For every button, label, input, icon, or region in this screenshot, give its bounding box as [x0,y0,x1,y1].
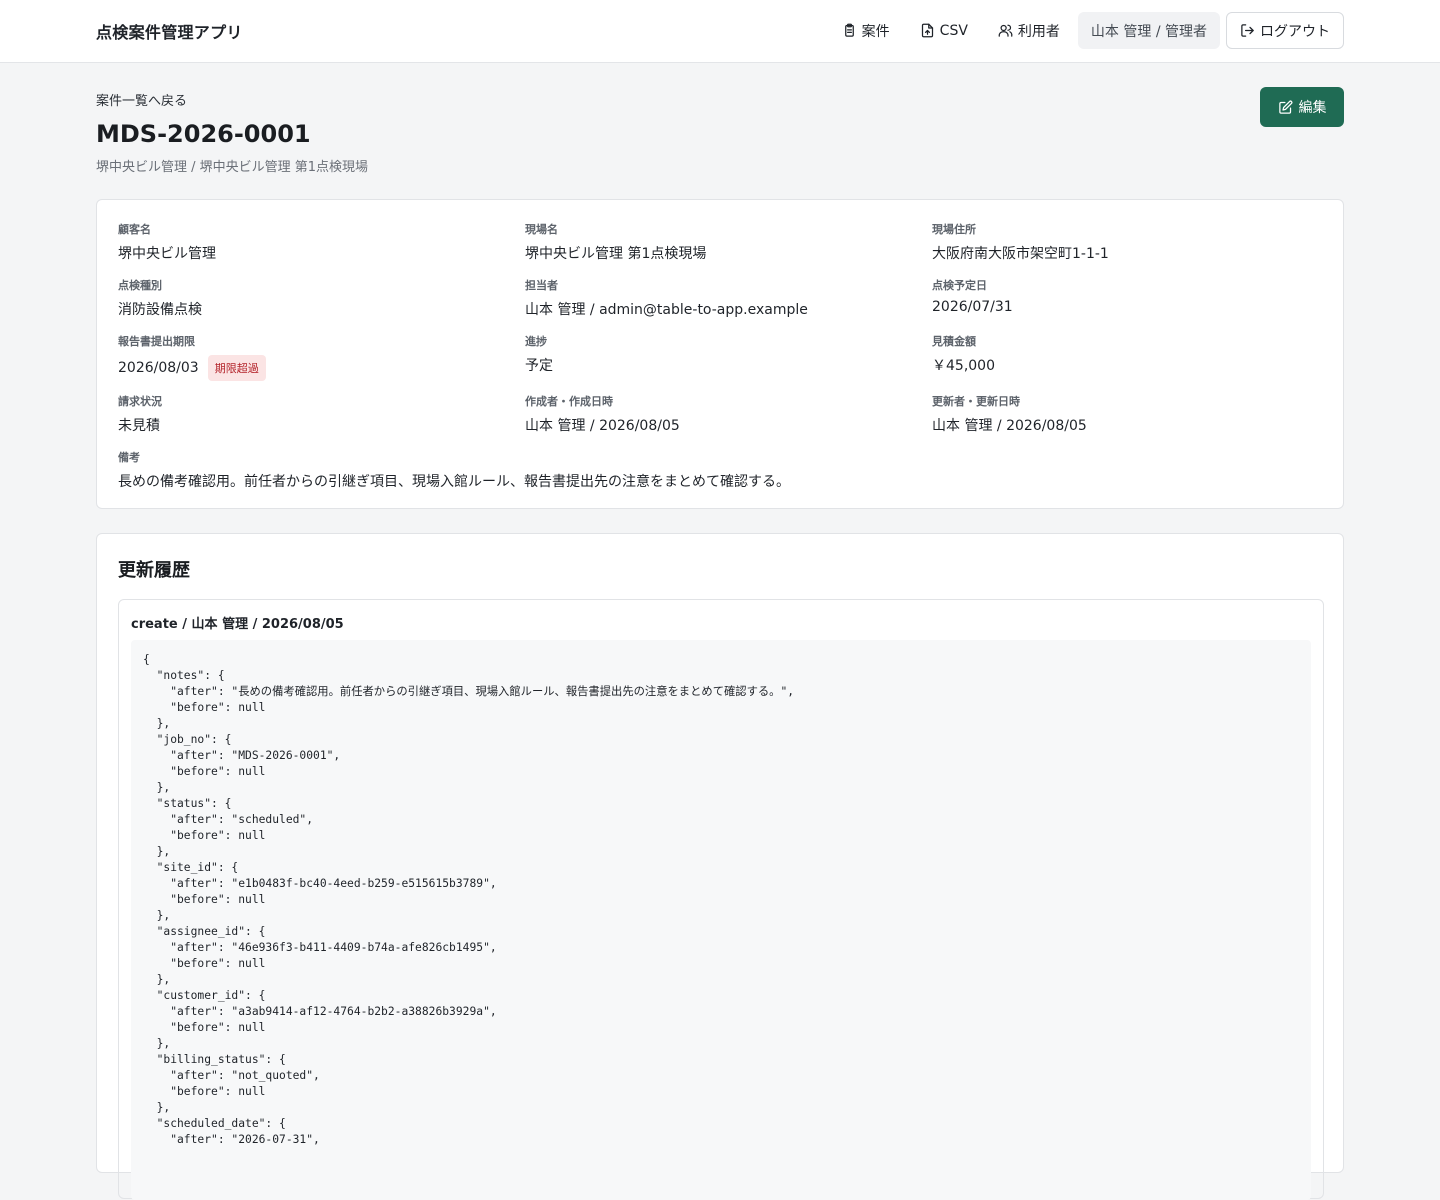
app-title: 点検案件管理アプリ [96,23,243,42]
nav-users-label: 利用者 [1017,23,1060,40]
logout-icon [1241,24,1254,37]
field-label: 点検予定日 [932,279,987,292]
field-value: 2026/07/31 [932,299,1013,315]
field-scheduled-date: 点検予定日 2026/07/31 [932,277,1013,315]
field-billing: 請求状況 未見積 [118,393,162,435]
field-value: 長めの備考確認用。前任者からの引継ぎ項目、現場入館ルール、報告書提出先の注意をま… [118,474,790,490]
page-title: MDS-2026-0001 [96,120,311,148]
overdue-badge: 期限超過 [207,355,266,381]
nav-users-button[interactable]: 利用者 [986,12,1072,49]
field-label: 見積金額 [932,335,976,348]
current-user-chip: 山本 管理 / 管理者 [1077,12,1220,49]
logout-label: ログアウト [1260,23,1330,40]
field-label: 進捗 [525,335,547,348]
field-label: 現場住所 [932,223,976,236]
field-notes: 備考 長めの備考確認用。前任者からの引継ぎ項目、現場入館ルール、報告書提出先の注… [118,449,790,491]
history-card: 更新履歴 create / 山本 管理 / 2026/08/05 { "note… [96,533,1344,1200]
history-entry-header: create / 山本 管理 / 2026/08/05 [131,617,344,632]
field-value: 堺中央ビル管理 第1点検現場 [525,246,707,262]
nav-csv-button[interactable]: CSV [908,12,980,49]
field-status: 進捗 予定 [525,333,553,375]
clipboard-icon [844,23,854,37]
field-estimate: 見積金額 ￥45,000 [932,333,995,375]
field-value: 予定 [525,358,553,374]
field-label: 作成者・作成日時 [525,395,613,408]
field-label: 現場名 [525,223,558,236]
field-value: 消防設備点検 [118,302,202,318]
field-customer: 顧客名 堺中央ビル管理 [118,221,216,263]
field-created: 作成者・作成日時 山本 管理 / 2026/08/05 [525,393,680,435]
field-value: ￥45,000 [932,358,995,374]
top-bar: 点検案件管理アプリ 案件 CSV 利用者 山本 管理 / 管理者 ログアウト [0,0,1440,63]
field-value: 山本 管理 / 2026/08/05 [525,418,680,434]
field-value: 未見積 [118,418,160,434]
field-report-due: 報告書提出期限 2026/08/03 期限超過 [118,333,266,381]
history-title: 更新履歴 [118,560,190,581]
top-nav: 案件 CSV 利用者 山本 管理 / 管理者 ログアウト [824,12,1344,49]
field-address: 現場住所 大阪府南大阪市架空町1-1-1 [932,221,1109,263]
history-entry: create / 山本 管理 / 2026/08/05 { "notes": {… [118,599,1324,1200]
field-label: 備考 [118,451,140,464]
edit-label: 編集 [1298,100,1327,116]
field-label: 顧客名 [118,223,151,236]
field-value-row: 2026/08/03 期限超過 [118,355,266,381]
field-inspection-type: 点検種別 消防設備点検 [118,277,202,319]
field-label: 報告書提出期限 [118,335,195,348]
field-value: 山本 管理 / admin@table-to-app.example [525,302,808,318]
file-upload-icon [921,23,933,38]
field-updated: 更新者・更新日時 山本 管理 / 2026/08/05 [932,393,1087,435]
field-label: 請求状況 [118,395,162,408]
field-value: 山本 管理 / 2026/08/05 [932,418,1087,434]
edit-button[interactable]: 編集 [1260,87,1344,127]
job-detail-card: 顧客名 堺中央ビル管理 現場名 堺中央ビル管理 第1点検現場 現場住所 大阪府南… [96,199,1344,509]
field-label: 点検種別 [118,279,162,292]
page-subtitle: 堺中央ビル管理 / 堺中央ビル管理 第1点検現場 [96,160,369,175]
history-diff-code: { "notes": { "after": "長めの備考確認用。前任者からの引継… [131,640,1311,1200]
field-site: 現場名 堺中央ビル管理 第1点検現場 [525,221,706,263]
back-to-list-link[interactable]: 案件一覧へ戻る [96,90,187,109]
nav-jobs-label: 案件 [861,23,890,40]
field-value: 大阪府南大阪市架空町1-1-1 [932,246,1109,262]
edit-icon [1278,100,1292,114]
nav-csv-label: CSV [939,22,968,39]
logout-button[interactable]: ログアウト [1226,12,1344,49]
field-value: 堺中央ビル管理 [118,246,216,262]
field-label: 更新者・更新日時 [932,395,1020,408]
users-icon [998,24,1013,37]
nav-jobs-button[interactable]: 案件 [830,12,902,49]
field-label: 担当者 [525,279,558,292]
history-diff-text: { "notes": { "after": "長めの備考確認用。前任者からの引継… [143,653,795,1146]
report-due-date: 2026/08/03 [118,360,199,376]
field-assignee: 担当者 山本 管理 / admin@table-to-app.example [525,277,808,319]
